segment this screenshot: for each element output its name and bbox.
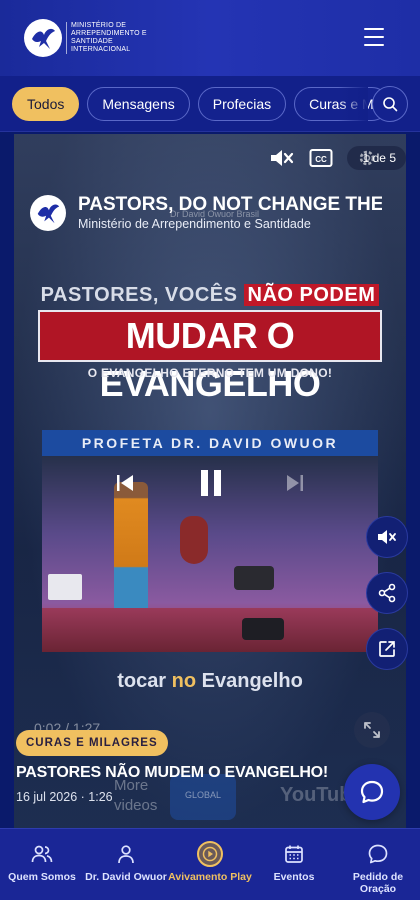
filter-bar: Todos Mensagens Profecias Curas e M	[0, 76, 420, 132]
more-videos[interactable]: More videos	[114, 776, 157, 816]
filter-chip-profecias[interactable]: Profecias	[197, 86, 287, 121]
external-link-icon	[379, 641, 395, 657]
fullscreen-button[interactable]	[354, 712, 390, 748]
captions-icon[interactable]: CC	[309, 148, 333, 168]
expand-icon	[364, 722, 380, 738]
nav-label: Quem Somos	[8, 871, 76, 883]
logo[interactable]: Ministério de Arrependimento e Santidade…	[24, 19, 156, 57]
channel-name[interactable]: Ministério de Arrependimento e Santidade	[78, 217, 382, 231]
nav-item-quem-somos[interactable]: Quem Somos	[0, 829, 84, 900]
chat-button[interactable]	[344, 764, 400, 820]
filter-chip-mensagens[interactable]: Mensagens	[87, 86, 190, 121]
chat-bubble-icon	[368, 844, 388, 864]
share-icon	[378, 583, 396, 603]
chat-bubble-icon	[360, 780, 384, 804]
dove-logo-icon	[24, 19, 62, 57]
logo-text: Ministério de Arrependimento e Santidade…	[66, 22, 156, 54]
filter-chip-todos[interactable]: Todos	[12, 86, 80, 121]
previous-icon[interactable]	[114, 472, 136, 494]
search-icon	[383, 97, 398, 112]
channel-avatar[interactable]	[30, 194, 66, 231]
hamburger-menu-icon[interactable]	[364, 28, 384, 46]
video-title[interactable]: PASTORES NÃO MUDEM O EVANGELHO!	[16, 764, 328, 782]
nav-item-avivamento-play[interactable]: Avivamento Play	[168, 829, 252, 900]
playback-controls	[14, 468, 406, 498]
nav-label: Eventos	[273, 871, 315, 883]
pause-icon[interactable]	[198, 468, 224, 498]
nav-label: Pedido de Oração	[352, 871, 404, 895]
video-counter: 1 de 5	[346, 146, 406, 170]
thumbnail-banner: PROFETA DR. DAVID OWUOR	[42, 430, 378, 456]
video-meta: 16 jul 2026 · 1:26	[16, 790, 113, 804]
svg-text:CC: CC	[315, 155, 327, 164]
settings-gear-icon[interactable]	[357, 148, 377, 168]
mute-icon[interactable]	[269, 147, 295, 169]
app-header: Ministério de Arrependimento e Santidade…	[0, 0, 420, 76]
nav-label: Avivamento Play	[168, 871, 252, 883]
next-icon[interactable]	[284, 472, 306, 494]
video-watermark: Dr David Owuor Brasil	[170, 209, 260, 219]
volume-mute-icon	[378, 530, 396, 544]
bottom-nav: Quem Somos Dr. David Owuor Avivamento Pl…	[0, 828, 420, 900]
play-circle-icon	[202, 846, 218, 862]
search-button[interactable]	[372, 86, 408, 122]
chip-fade	[338, 76, 368, 131]
share-button[interactable]	[366, 572, 408, 614]
thumbnail-line2: MUDAR O EVANGELHO	[38, 310, 382, 404]
mute-button[interactable]	[366, 516, 408, 558]
people-icon	[31, 845, 53, 863]
nav-item-pedido-de-oracao[interactable]: Pedido de Oração	[336, 829, 420, 900]
thumbnail-bottom-text: tocar no Evangelho	[117, 670, 303, 692]
calendar-icon	[285, 845, 303, 863]
thumbnail-line1: PASTORES, VOCÊS NÃO PODEM	[14, 284, 406, 307]
open-external-button[interactable]	[366, 628, 408, 670]
nav-label: Dr. David Owuor	[85, 871, 167, 883]
thumbnail-line3: O EVANGELHO ETERNO TEM UM DONO!	[87, 366, 333, 380]
category-tag[interactable]: CURAS E MILAGRES	[16, 730, 168, 756]
person-icon	[118, 845, 134, 864]
video-player[interactable]: CC 1 de 5 PASTORS, DO NOT CHANGE THE GOS…	[14, 134, 406, 828]
side-actions	[366, 516, 408, 670]
nav-item-eventos[interactable]: Eventos	[252, 829, 336, 900]
player-top-controls: CC 1 de 5	[269, 146, 406, 170]
nav-item-dr-david-owuor[interactable]: Dr. David Owuor	[84, 829, 168, 900]
